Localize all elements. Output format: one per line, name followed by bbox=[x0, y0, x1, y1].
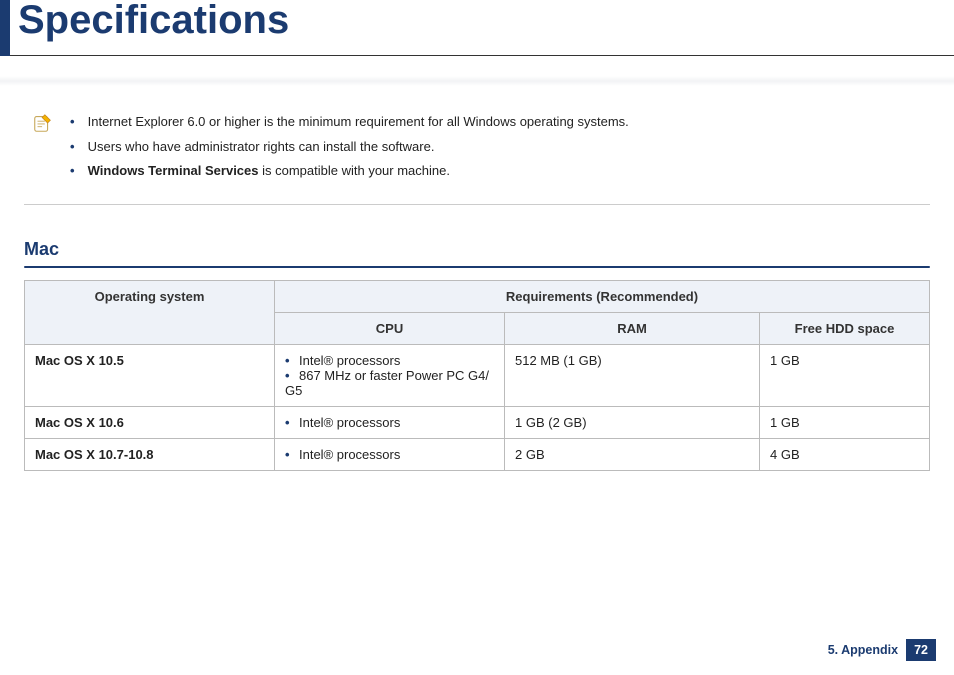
header-accent bbox=[0, 0, 10, 56]
th-os: Operating system bbox=[25, 281, 275, 345]
cell-os: Mac OS X 10.7-10.8 bbox=[25, 439, 275, 471]
section-heading: Mac bbox=[24, 239, 930, 260]
note-block: Internet Explorer 6.0 or higher is the m… bbox=[24, 110, 930, 205]
note-icon bbox=[32, 112, 54, 134]
table-row: Mac OS X 10.6 Intel® processors 1 GB (2 … bbox=[25, 407, 930, 439]
cpu-item: Intel® processors bbox=[285, 353, 494, 368]
note-item: Windows Terminal Services is compatible … bbox=[70, 159, 629, 184]
spec-table-head: Operating system Requirements (Recommend… bbox=[25, 281, 930, 345]
cell-os: Mac OS X 10.5 bbox=[25, 345, 275, 407]
note-strong: Windows Terminal Services bbox=[88, 163, 259, 178]
note-text: Internet Explorer 6.0 or higher is the m… bbox=[88, 114, 629, 129]
table-row: Mac OS X 10.7-10.8 Intel® processors 2 G… bbox=[25, 439, 930, 471]
cpu-item: 867 MHz or faster Power PC G4/ G5 bbox=[285, 368, 494, 398]
th-req: Requirements (Recommended) bbox=[275, 281, 930, 313]
header-shadow bbox=[0, 76, 954, 86]
cell-cpu: Intel® processors bbox=[275, 439, 505, 471]
cell-os: Mac OS X 10.6 bbox=[25, 407, 275, 439]
section-rule bbox=[24, 266, 930, 268]
note-text: Users who have administrator rights can … bbox=[88, 139, 435, 154]
cell-ram: 2 GB bbox=[505, 439, 760, 471]
cell-ram: 512 MB (1 GB) bbox=[505, 345, 760, 407]
footer-page: 72 bbox=[906, 639, 936, 661]
cell-hdd: 1 GB bbox=[760, 345, 930, 407]
cell-cpu: Intel® processors 867 MHz or faster Powe… bbox=[275, 345, 505, 407]
footer: 5. Appendix 72 bbox=[828, 639, 936, 661]
note-item: Users who have administrator rights can … bbox=[70, 135, 629, 160]
cell-cpu: Intel® processors bbox=[275, 407, 505, 439]
note-text: is compatible with your machine. bbox=[259, 163, 450, 178]
spec-table: Operating system Requirements (Recommend… bbox=[24, 280, 930, 471]
footer-chapter: 5. Appendix bbox=[828, 643, 898, 657]
cell-hdd: 4 GB bbox=[760, 439, 930, 471]
cpu-item: Intel® processors bbox=[285, 447, 494, 462]
cell-ram: 1 GB (2 GB) bbox=[505, 407, 760, 439]
cell-hdd: 1 GB bbox=[760, 407, 930, 439]
spec-table-body: Mac OS X 10.5 Intel® processors 867 MHz … bbox=[25, 345, 930, 471]
th-cpu: CPU bbox=[275, 313, 505, 345]
page-title: Specifications bbox=[10, 0, 289, 40]
cpu-item: Intel® processors bbox=[285, 415, 494, 430]
note-list: Internet Explorer 6.0 or higher is the m… bbox=[70, 110, 629, 184]
note-item: Internet Explorer 6.0 or higher is the m… bbox=[70, 110, 629, 135]
th-ram: RAM bbox=[505, 313, 760, 345]
header-bar: Specifications bbox=[0, 0, 954, 56]
content: Internet Explorer 6.0 or higher is the m… bbox=[0, 86, 954, 471]
th-hdd: Free HDD space bbox=[760, 313, 930, 345]
table-row: Mac OS X 10.5 Intel® processors 867 MHz … bbox=[25, 345, 930, 407]
